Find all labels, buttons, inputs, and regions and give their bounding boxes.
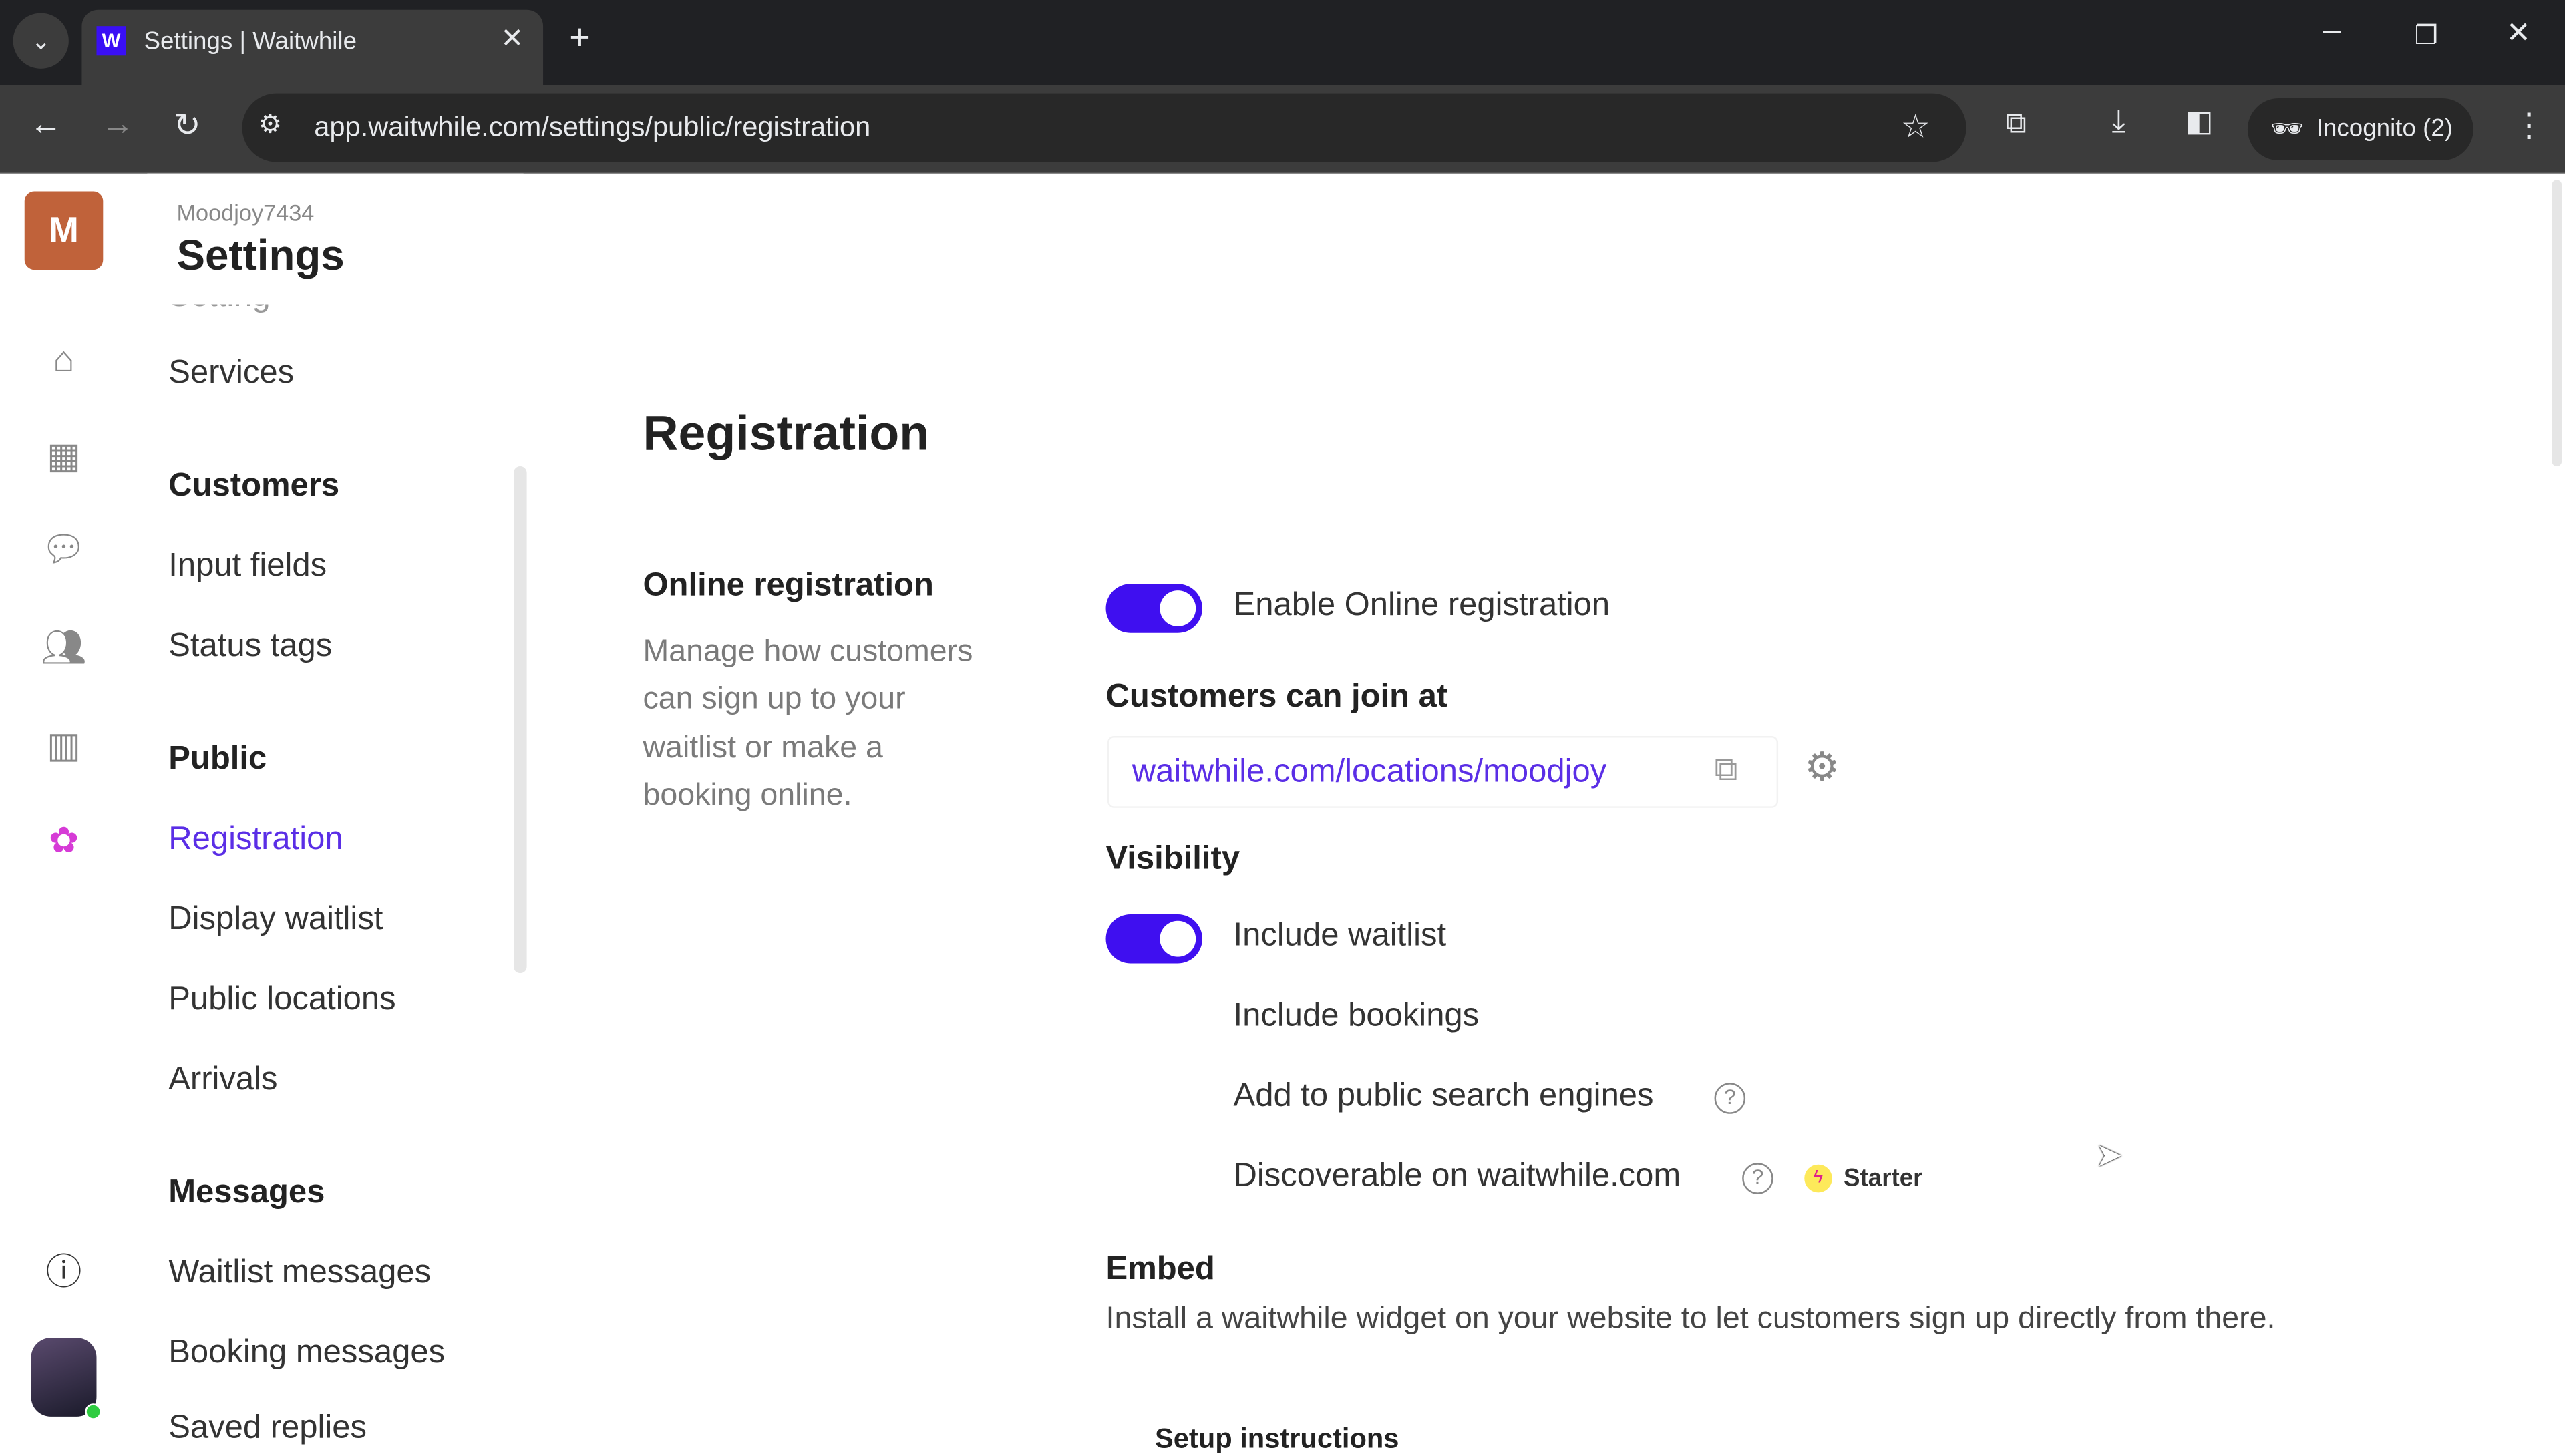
embed-heading: Embed xyxy=(1105,1251,1215,1288)
help-icon[interactable]: ⓘ xyxy=(39,1248,88,1297)
description-line: can sign up to your xyxy=(643,682,906,717)
online-registration-description: Manage how customers can sign up to your… xyxy=(643,628,973,820)
settings-icon[interactable]: ✿ xyxy=(39,816,88,865)
header: Moodjoy7434 Settings xyxy=(147,173,524,305)
join-url-link[interactable]: waitwhile.com/locations/moodjoy xyxy=(1132,754,1675,791)
analytics-icon[interactable]: ▥ xyxy=(39,721,88,770)
site-info-icon[interactable]: ⚙ xyxy=(259,108,282,141)
help-circle-icon[interactable]: ? xyxy=(1714,1083,1746,1114)
user-avatar[interactable] xyxy=(31,1338,97,1417)
discoverable-label[interactable]: Discoverable on waitwhile.com xyxy=(1234,1158,1681,1196)
sidebar-item[interactable]: Input fields xyxy=(168,548,327,585)
online-status-dot xyxy=(85,1403,102,1420)
calendar-icon[interactable]: ▦ xyxy=(39,432,88,481)
visibility-heading: Visibility xyxy=(1105,840,1240,877)
sidebar-item[interactable]: Public locations xyxy=(168,981,395,1019)
include-bookings-label[interactable]: Include bookings xyxy=(1234,998,1480,1035)
copy-icon[interactable]: ⧉ xyxy=(1715,753,1738,790)
sidebar-item[interactable]: Status tags xyxy=(168,628,332,665)
page-title: Registration xyxy=(643,407,930,462)
waitwhile-favicon-icon: W xyxy=(96,26,126,56)
help-circle-icon[interactable]: ? xyxy=(1742,1163,1773,1194)
incognito-button[interactable]: 🕶 Incognito (2) xyxy=(2247,98,2473,161)
url-text[interactable]: app.waitwhile.com/settings/public/regist… xyxy=(314,112,870,144)
address-bar[interactable]: ⚙ app.waitwhile.com/settings/public/regi… xyxy=(242,93,1966,162)
gear-icon[interactable]: ⚙ xyxy=(1804,744,1840,791)
sidebar-item[interactable]: Saved replies xyxy=(168,1410,367,1447)
incognito-label: Incognito (2) xyxy=(2316,114,2453,143)
download-icon[interactable]: ⤓ xyxy=(2112,105,2126,141)
org-avatar[interactable]: M xyxy=(24,191,104,270)
include-waitlist-label: Include waitlist xyxy=(1233,917,1447,954)
browser-menu-icon[interactable]: ⋮ xyxy=(2513,105,2546,146)
setup-instructions[interactable]: Setup instructions xyxy=(1155,1423,1399,1456)
org-name: Moodjoy7434 xyxy=(176,199,315,226)
page-scrollbar[interactable] xyxy=(2552,180,2562,466)
mouse-cursor-icon: ➤ xyxy=(2095,1138,2123,1175)
sidebar-item[interactable]: Registration xyxy=(168,821,343,858)
online-registration-heading: Online registration xyxy=(643,567,934,604)
browser-toolbar: ← → ↻ ⚙ app.waitwhile.com/settings/publi… xyxy=(0,85,2565,174)
sidebar-item[interactable]: Display waitlist xyxy=(168,901,383,938)
embed-description: Install a waitwhile widget on your websi… xyxy=(1105,1302,2276,1336)
starter-badge: Starter xyxy=(1844,1164,1923,1193)
sidebar-section-heading: Messages xyxy=(168,1174,325,1211)
restore-icon[interactable]: ❐ xyxy=(2415,19,2438,52)
sidebar-scrollbar[interactable] xyxy=(513,466,527,974)
sidebar-section-heading: Customers xyxy=(168,468,340,504)
sidebar-item[interactable]: Services xyxy=(168,355,294,392)
tab-title: Settings | Waitwhile xyxy=(144,27,357,56)
description-line: waitlist or make a xyxy=(643,730,883,765)
include-waitlist-toggle[interactable] xyxy=(1105,914,1203,964)
sidebar-item[interactable]: Arrivals xyxy=(168,1061,277,1099)
new-tab-icon[interactable]: + xyxy=(569,16,590,59)
tab-search-button[interactable]: ⌄ xyxy=(13,13,69,69)
forward-icon[interactable]: → xyxy=(102,106,134,144)
join-url-field[interactable]: waitwhile.com/locations/moodjoy ⧉ xyxy=(1107,736,1779,808)
customers-icon[interactable]: 👥︎ xyxy=(39,623,88,672)
side-panel-icon[interactable]: ◧ xyxy=(2186,105,2214,139)
back-icon[interactable]: ← xyxy=(29,106,62,144)
tab-bar: ⌄ W Settings | Waitwhile ✕ + – ❐ ✕ xyxy=(0,0,2565,85)
reload-icon[interactable]: ↻ xyxy=(174,105,201,146)
minimize-icon[interactable]: – xyxy=(2323,13,2341,51)
enable-online-registration-label: Enable Online registration xyxy=(1233,587,1610,624)
close-tab-icon[interactable]: ✕ xyxy=(500,23,524,55)
close-window-icon[interactable]: ✕ xyxy=(2506,16,2531,50)
description-line: Manage how customers xyxy=(643,634,973,669)
chat-icon[interactable]: 💬︎ xyxy=(39,525,88,574)
extensions-icon[interactable]: ⧉ xyxy=(2005,106,2026,140)
browser-tab[interactable]: W Settings | Waitwhile ✕ xyxy=(81,9,544,85)
description-line: booking online. xyxy=(643,778,852,813)
sidebar-item[interactable]: Booking messages xyxy=(168,1334,445,1372)
lightning-icon: ϟ xyxy=(1804,1164,1832,1193)
sidebar-section-heading: Public xyxy=(168,741,267,777)
incognito-icon: 🕶 xyxy=(2270,116,2304,144)
enable-online-registration-toggle[interactable] xyxy=(1105,584,1203,633)
search-engines-label[interactable]: Add to public search engines xyxy=(1234,1078,1654,1115)
bookmark-star-icon[interactable]: ☆ xyxy=(1901,106,1930,147)
sidebar-item[interactable]: Waitlist messages xyxy=(168,1254,431,1292)
home-icon[interactable]: ⌂ xyxy=(39,335,88,384)
join-heading: Customers can join at xyxy=(1105,679,1448,715)
page-header-title: Settings xyxy=(176,230,345,280)
